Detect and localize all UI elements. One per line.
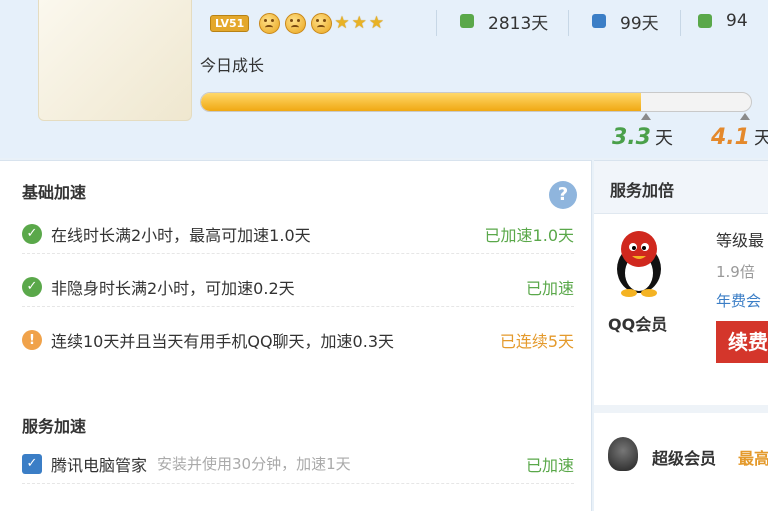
calendar-icon bbox=[460, 14, 474, 28]
marker-value-1: 3.3 天 bbox=[612, 124, 673, 150]
side-level-text: 等级最 bbox=[716, 231, 765, 250]
divider bbox=[436, 10, 437, 36]
row-status: 已连续5天 bbox=[499, 332, 574, 351]
renew-button[interactable]: 续费 bbox=[716, 321, 768, 363]
stat-value: 94 bbox=[726, 11, 748, 31]
stat-rank: 94 bbox=[698, 8, 748, 34]
marker-number: 4.1 bbox=[711, 125, 750, 150]
growth-progress-fill bbox=[201, 93, 641, 111]
stat-remaining-days: 99天 bbox=[592, 8, 659, 34]
section-title-service: 服务加速 bbox=[22, 417, 87, 436]
sun-icon bbox=[311, 12, 333, 34]
shield-icon: ✓ bbox=[22, 453, 42, 474]
help-icon[interactable]: ? bbox=[549, 181, 577, 209]
side-annual-link[interactable]: 年费会 bbox=[716, 290, 761, 311]
info-icon: ! bbox=[22, 330, 42, 350]
growth-progress-bar bbox=[200, 92, 752, 112]
marker-arrow-icon bbox=[641, 113, 651, 120]
level-badge: LV51 bbox=[210, 14, 250, 32]
star-icon: ★ bbox=[351, 13, 367, 33]
basic-row: ! 连续10天并且当天有用手机QQ聊天，加速0.3天 已连续5天 bbox=[22, 320, 574, 360]
qq-penguin-icon bbox=[617, 231, 661, 297]
super-member-icon bbox=[608, 437, 638, 471]
qq-member-label: QQ会员 bbox=[608, 315, 668, 334]
row-text: 腾讯电脑管家 bbox=[51, 455, 148, 475]
section-title-basic: 基础加速 bbox=[22, 183, 87, 202]
basic-row: ✓ 非隐身时长满2小时，可加速0.2天 已加速 bbox=[22, 267, 574, 307]
check-icon: ✓ bbox=[22, 276, 42, 297]
tv-icon bbox=[592, 14, 606, 28]
stat-value: 2813天 bbox=[488, 13, 549, 34]
side-multiplier: 1.9倍 bbox=[716, 263, 755, 281]
sun-icon bbox=[259, 12, 281, 34]
row-status: 已加速 bbox=[525, 455, 574, 475]
check-icon: ✓ bbox=[22, 223, 42, 244]
marker-arrow-icon bbox=[740, 113, 750, 120]
acceleration-panel: 基础加速 ? ✓ 在线时长满2小时，最高可加速1.0天 已加速1.0天 ✓ 非隐… bbox=[0, 160, 592, 511]
divider bbox=[594, 405, 768, 413]
marker-unit: 天 bbox=[654, 128, 673, 149]
row-status: 已加速1.0天 bbox=[484, 225, 574, 245]
growth-label: 今日成长 bbox=[200, 56, 265, 75]
service-row: ✓ 腾讯电脑管家 安装并使用30分钟，加速1天 已加速 bbox=[22, 444, 574, 484]
marker-unit: 天 bbox=[753, 128, 768, 149]
sun-icon bbox=[285, 12, 307, 34]
row-text: 非隐身时长满2小时，可加速0.2天 bbox=[51, 278, 295, 298]
basic-row: ✓ 在线时长满2小时，最高可加速1.0天 已加速1.0天 bbox=[22, 214, 574, 254]
divider bbox=[680, 10, 681, 36]
star-icon: ★ bbox=[368, 13, 385, 33]
side-title: 服务加倍 bbox=[610, 181, 675, 200]
side-header: 服务加倍 bbox=[594, 161, 768, 214]
star-icon: ★ bbox=[334, 13, 350, 33]
row-status: 已加速 bbox=[525, 278, 574, 298]
stat-value: 99天 bbox=[620, 13, 659, 34]
profile-header: LV51 ★ ★ ★ 2813天 99天 94 今日成长 3.3 天 4.1 天 bbox=[0, 0, 768, 158]
super-member-label: 超级会员 bbox=[652, 449, 717, 468]
row-subtext: 安装并使用30分钟，加速1天 bbox=[157, 455, 351, 473]
rank-icon bbox=[698, 14, 712, 28]
row-text: 连续10天并且当天有用手机QQ聊天，加速0.3天 bbox=[51, 332, 394, 351]
super-member-tag: 最高 bbox=[738, 449, 768, 468]
stat-active-days: 2813天 bbox=[460, 8, 548, 34]
service-double-panel: 服务加倍 QQ会员 等级最 1.9倍 年费会 续费 超级会员 最高 bbox=[594, 160, 768, 511]
level-row: LV51 ★ ★ ★ bbox=[210, 8, 384, 38]
avatar[interactable] bbox=[38, 0, 192, 121]
marker-value-2: 4.1 天 bbox=[711, 124, 768, 150]
row-text: 在线时长满2小时，最高可加速1.0天 bbox=[51, 225, 311, 245]
marker-number: 3.3 bbox=[612, 125, 651, 150]
divider bbox=[568, 10, 569, 36]
